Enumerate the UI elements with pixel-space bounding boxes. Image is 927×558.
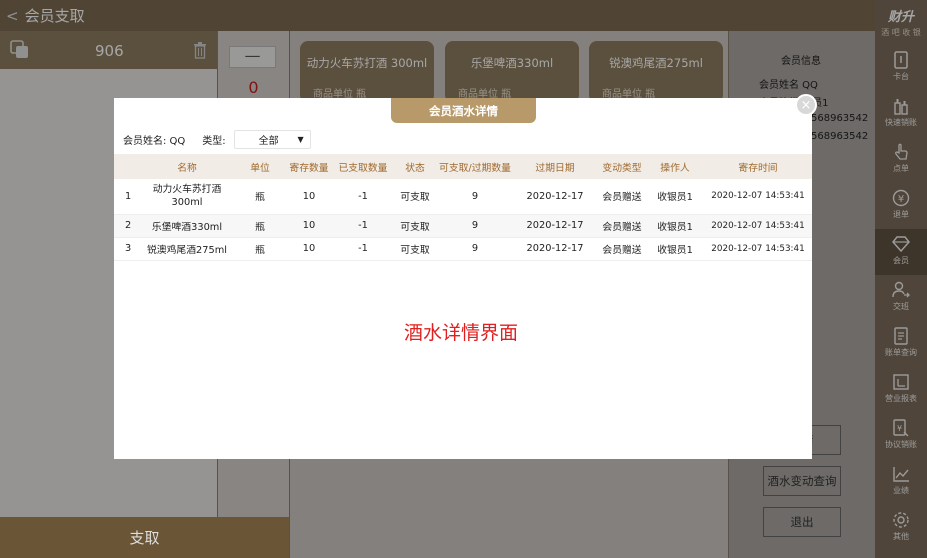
- table-row[interactable]: 1 动力火车苏打酒 300ml 瓶 10 -1 可支取 9 2020-12-17…: [114, 179, 812, 214]
- table-header-row: 名称 单位 寄存数量 已支取数量 状态 可支取/过期数量 过期日期 变动类型 操…: [114, 154, 812, 179]
- cell-unit: 瓶: [255, 244, 265, 256]
- cell-operator: 收银员1: [657, 192, 693, 204]
- cell-change-type: 会员赠送: [602, 192, 642, 204]
- table-header: 已支取数量: [338, 162, 388, 174]
- table-header: 变动类型: [602, 162, 642, 174]
- cell-operator: 收银员1: [657, 221, 693, 233]
- cell-available: 9: [471, 220, 479, 231]
- cell-expire: 2020-12-17: [526, 243, 584, 254]
- table-header-index: [114, 154, 138, 179]
- cell-stored: 10: [302, 190, 316, 202]
- wine-detail-table: 名称 单位 寄存数量 已支取数量 状态 可支取/过期数量 过期日期 变动类型 操…: [114, 154, 812, 261]
- cell-name: 乐堡啤酒330ml: [151, 221, 223, 233]
- cell-available: 9: [471, 190, 479, 202]
- table-row[interactable]: 3 锐澳鸡尾酒275ml 瓶 10 -1 可支取 9 2020-12-17 会员…: [114, 237, 812, 260]
- type-select[interactable]: 全部 ▼: [233, 130, 311, 149]
- table-header: 状态: [405, 162, 425, 174]
- table-header: 寄存时间: [738, 162, 778, 174]
- cell-taken: -1: [358, 220, 368, 231]
- type-label: 类型:: [202, 136, 226, 147]
- table-header: 名称: [177, 162, 197, 174]
- row-index: 2: [125, 220, 132, 231]
- table-header: 操作人: [660, 162, 690, 174]
- cell-time: 2020-12-07 14:53:41: [711, 191, 805, 202]
- table-row[interactable]: 2 乐堡啤酒330ml 瓶 10 -1 可支取 9 2020-12-17 会员赠…: [114, 214, 812, 237]
- type-select-value: 全部: [258, 136, 279, 147]
- table-header: 可支取/过期数量: [439, 162, 511, 174]
- cell-available: 9: [471, 243, 479, 254]
- cell-expire: 2020-12-17: [526, 190, 584, 202]
- cell-operator: 收银员1: [657, 244, 693, 256]
- chevron-down-icon: ▼: [297, 135, 304, 144]
- filter-bar: 会员姓名: QQ 类型: 全部 ▼: [123, 130, 311, 149]
- cell-stored: 10: [302, 243, 316, 254]
- close-icon[interactable]: ×: [795, 94, 817, 116]
- row-index: 3: [125, 243, 132, 254]
- member-name-label: 会员姓名: QQ: [123, 136, 186, 147]
- annotation-label: 酒水详情界面: [404, 322, 519, 344]
- cell-time: 2020-12-07 14:53:41: [711, 243, 805, 254]
- cell-expire: 2020-12-17: [526, 220, 584, 231]
- table-header: 寄存数量: [289, 162, 329, 174]
- cell-taken: -1: [358, 243, 368, 254]
- cell-time: 2020-12-07 14:53:41: [711, 220, 805, 231]
- cell-stored: 10: [302, 220, 316, 231]
- cell-change-type: 会员赠送: [602, 244, 642, 256]
- cell-name: 动力火车苏打酒 300ml: [152, 184, 222, 209]
- cell-unit: 瓶: [255, 192, 265, 204]
- modal-title: 会员酒水详情: [391, 98, 536, 123]
- cell-status: 可支取: [400, 244, 430, 256]
- cell-change-type: 会员赠送: [602, 221, 642, 233]
- cell-status: 可支取: [400, 192, 430, 204]
- withdraw-label: 支取: [129, 529, 160, 547]
- cell-name: 锐澳鸡尾酒275ml: [147, 244, 227, 256]
- withdraw-button[interactable]: 支取: [0, 517, 289, 558]
- table-header: 过期日期: [535, 162, 575, 174]
- wine-detail-modal: 会员酒水详情 × 会员姓名: QQ 类型: 全部 ▼ 名称 单位 寄存数量 已支…: [114, 94, 817, 459]
- table-header: 单位: [250, 162, 270, 174]
- cell-taken: -1: [358, 190, 368, 202]
- cell-unit: 瓶: [255, 221, 265, 233]
- row-index: 1: [125, 190, 132, 202]
- cell-status: 可支取: [400, 221, 430, 233]
